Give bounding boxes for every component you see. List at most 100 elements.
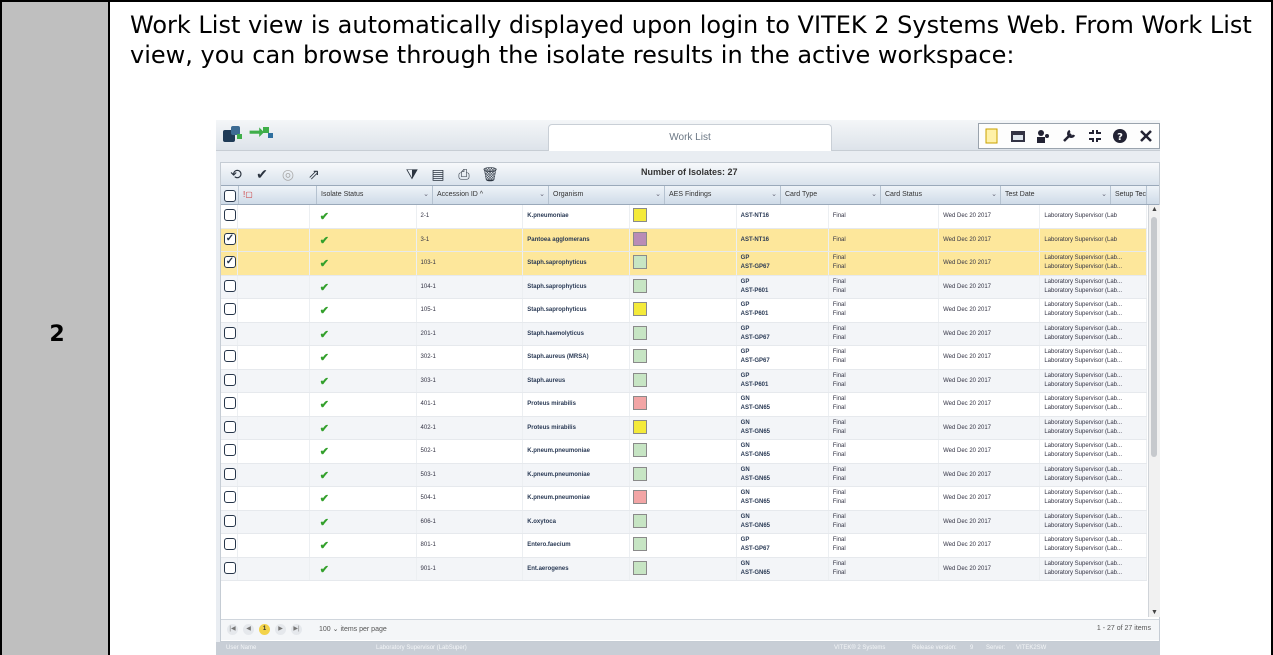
table-row[interactable]: ✔ 104-1 Staph.saprophyticus GP AST-P601 Final…: [221, 275, 1148, 299]
table-row[interactable]: ✔ 302-1 Staph.aureus (MRSA) GP AST-GP67 Final…: [221, 346, 1148, 370]
row-checkbox[interactable]: [224, 303, 236, 315]
export-icon[interactable]: ⇗: [303, 165, 325, 183]
filter-icon[interactable]: ⧩: [401, 165, 423, 183]
row-checkbox-cell[interactable]: [221, 393, 238, 416]
row-checkbox-cell[interactable]: [221, 322, 238, 345]
switch-workspace-icon[interactable]: [248, 125, 274, 145]
table-row[interactable]: ✔ 901-1 Ent.aerogenes GN AST-GN65 Final Final W…: [221, 557, 1148, 581]
row-checkbox-cell[interactable]: [221, 510, 238, 533]
aes-findings-cell[interactable]: [630, 487, 737, 510]
table-row[interactable]: ✔ 606-1 K.oxytoca GN AST-GN65 Final Final Wed D…: [221, 510, 1148, 534]
aes-findings-swatch[interactable]: [632, 372, 647, 387]
row-checkbox-cell[interactable]: [221, 346, 238, 369]
open-folder-icon[interactable]: [1009, 127, 1027, 145]
column-header[interactable]: Isolate Status ⌄: [317, 186, 433, 204]
aes-findings-swatch[interactable]: [632, 419, 647, 434]
aes-findings-cell[interactable]: [630, 416, 737, 439]
table-row[interactable]: ✔ 201-1 Staph.haemolyticus GP AST-GP67 Final F…: [221, 322, 1148, 346]
table-row[interactable]: ✔ 2-1 K.pneumoniae AST-NT16 Final Wed Dec 20 …: [221, 205, 1148, 229]
row-checkbox-cell[interactable]: ✓: [221, 252, 238, 275]
last-page-button[interactable]: ▶|: [291, 624, 302, 635]
table-row[interactable]: ✔ 402-1 Proteus mirabilis GN AST-GN65 Final Fi…: [221, 416, 1148, 440]
row-checkbox[interactable]: ✓: [224, 256, 236, 268]
row-checkbox[interactable]: [224, 420, 236, 433]
help-icon[interactable]: ?: [1111, 127, 1129, 145]
row-checkbox[interactable]: [224, 491, 236, 503]
refresh-icon[interactable]: ⟲: [225, 165, 247, 183]
row-checkbox[interactable]: [224, 538, 236, 550]
aes-findings-cell[interactable]: [630, 463, 737, 486]
new-document-icon[interactable]: [983, 127, 1001, 145]
next-page-button[interactable]: ▶: [275, 624, 286, 635]
row-checkbox[interactable]: ✓: [224, 232, 236, 245]
row-checkbox-cell[interactable]: ✓: [221, 228, 238, 251]
table-row[interactable]: ✓ ✔ 3-1 Pantoea agglomerans AST-NT16 Final Wed…: [221, 228, 1148, 252]
row-checkbox-cell[interactable]: [221, 557, 238, 580]
row-checkbox[interactable]: [224, 397, 236, 409]
table-row[interactable]: ✔ 105-1 Staph.saprophyticus GP AST-P601 Final…: [221, 299, 1148, 323]
scroll-down-icon[interactable]: ▼: [1151, 609, 1158, 616]
aes-findings-cell[interactable]: [630, 275, 737, 298]
aes-findings-swatch[interactable]: [632, 349, 647, 363]
aes-findings-cell[interactable]: [630, 440, 737, 463]
close-icon[interactable]: [1137, 127, 1155, 145]
tab-work-list[interactable]: Work List: [548, 124, 832, 151]
row-checkbox-cell[interactable]: [221, 463, 238, 486]
row-checkbox-cell[interactable]: [221, 369, 238, 392]
row-checkbox-cell[interactable]: [221, 534, 238, 557]
select-all-checkbox[interactable]: [221, 186, 239, 204]
column-header[interactable]: Setup Tech ⌄: [1111, 186, 1147, 204]
row-checkbox[interactable]: [224, 373, 236, 386]
column-filter-icon[interactable]: ⌄: [423, 186, 429, 204]
column-filter-icon[interactable]: ⌄: [539, 186, 545, 204]
row-checkbox[interactable]: [224, 279, 236, 292]
users-icon[interactable]: [1034, 127, 1052, 145]
grid-settings-icon[interactable]: ▤: [427, 165, 449, 183]
row-checkbox-cell[interactable]: [221, 205, 238, 228]
row-checkbox[interactable]: [224, 209, 236, 221]
delete-icon[interactable]: 🗑: [479, 165, 501, 183]
aes-findings-swatch[interactable]: [632, 231, 647, 246]
row-checkbox-cell[interactable]: [221, 440, 238, 463]
scroll-up-icon[interactable]: ▲: [1151, 206, 1158, 213]
row-checkbox-cell[interactable]: [221, 487, 238, 510]
prev-page-button[interactable]: ◀: [243, 624, 254, 635]
column-filter-icon[interactable]: ⌄: [771, 186, 777, 204]
aes-findings-cell[interactable]: [630, 534, 737, 557]
column-header[interactable]: Organism ⌄: [549, 186, 665, 204]
column-header[interactable]: Test Date ⌄: [1001, 186, 1111, 204]
column-filter-icon[interactable]: ⌄: [1137, 186, 1143, 204]
aes-findings-cell[interactable]: [630, 369, 737, 392]
aes-findings-swatch[interactable]: [632, 208, 647, 222]
table-row[interactable]: ✔ 504-1 K.pneum.pneumoniae GN AST-GN65 Final F…: [221, 487, 1148, 511]
aes-findings-cell[interactable]: [630, 346, 737, 369]
column-filter-icon[interactable]: ⌄: [991, 186, 997, 204]
row-checkbox[interactable]: [224, 467, 236, 480]
checkbox-icon[interactable]: [224, 190, 236, 202]
aes-findings-swatch[interactable]: [632, 537, 647, 551]
column-filter-icon[interactable]: ⌄: [655, 186, 661, 204]
aes-findings-swatch[interactable]: [632, 490, 647, 504]
column-filter-icon[interactable]: ⌄: [871, 186, 877, 204]
aes-findings-swatch[interactable]: [632, 443, 647, 457]
approve-disabled-icon[interactable]: ◎: [277, 165, 299, 183]
table-row[interactable]: ✔ 502-1 K.pneum.pneumoniae GN AST-GN65 Final F…: [221, 440, 1148, 464]
flag-column-header[interactable]: !▢: [239, 186, 317, 204]
column-header[interactable]: Card Status ⌄: [881, 186, 1001, 204]
column-header[interactable]: AES Findings ⌄: [665, 186, 781, 204]
aes-findings-cell[interactable]: [630, 205, 737, 228]
page-size-select[interactable]: 100 ⌄ items per page: [319, 625, 387, 633]
aes-findings-cell[interactable]: [630, 299, 737, 322]
print-icon[interactable]: ⎙: [453, 165, 475, 183]
aes-findings-swatch[interactable]: [632, 560, 647, 575]
row-checkbox[interactable]: [224, 561, 236, 574]
aes-findings-cell[interactable]: [630, 252, 737, 275]
row-checkbox[interactable]: [224, 444, 236, 456]
current-page-button[interactable]: 1: [259, 624, 270, 635]
column-filter-icon[interactable]: ⌄: [1101, 186, 1107, 204]
aes-findings-swatch[interactable]: [632, 278, 647, 293]
aes-findings-cell[interactable]: [630, 510, 737, 533]
row-checkbox-cell[interactable]: [221, 299, 238, 322]
wrench-icon[interactable]: [1060, 127, 1078, 145]
aes-findings-swatch[interactable]: [632, 396, 647, 410]
